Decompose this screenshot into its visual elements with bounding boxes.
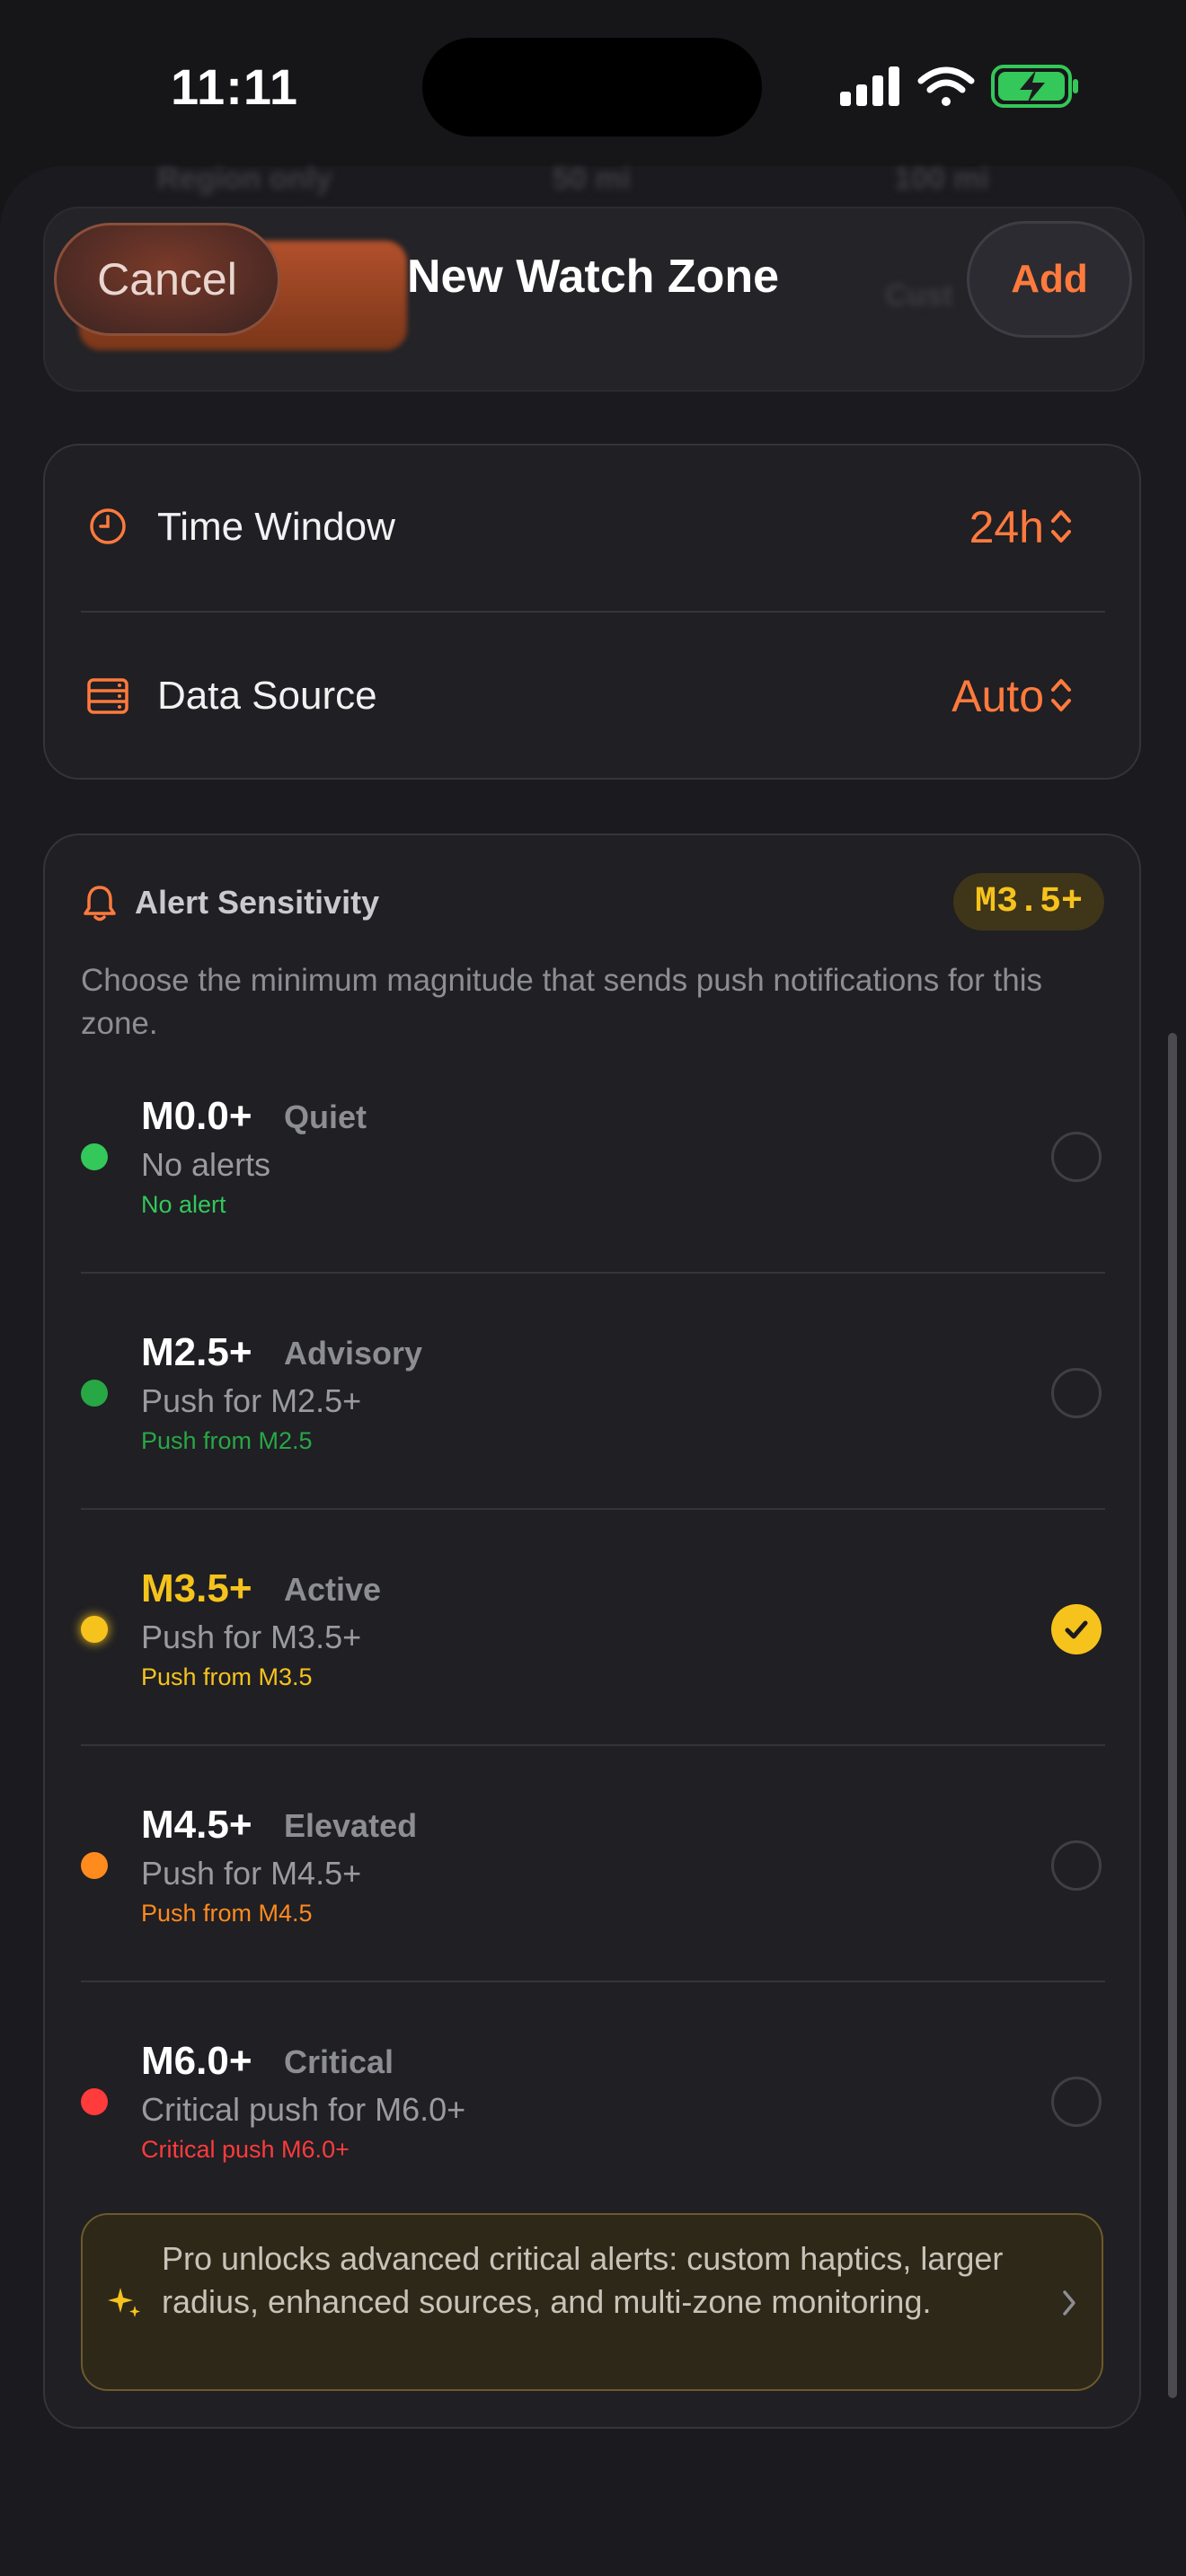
option-subtitle: Push for M3.5+ xyxy=(141,1619,362,1655)
dynamic-island xyxy=(422,38,762,137)
chevron-right-icon xyxy=(1063,2290,1075,2316)
cancel-button[interactable]: Cancel xyxy=(54,223,280,336)
option-name: Quiet xyxy=(284,1098,367,1135)
checkmark-icon xyxy=(1065,1620,1088,1639)
radio-button[interactable] xyxy=(1051,2077,1102,2127)
sensitivity-option-elevated[interactable]: M4.5+ Elevated Push for M4.5+ Push from … xyxy=(81,1751,1105,1979)
background-text: Region only xyxy=(157,162,332,196)
divider xyxy=(81,1744,1105,1746)
option-name: Active xyxy=(284,1571,382,1608)
clock-icon xyxy=(90,508,126,544)
background-text: 50 mi xyxy=(553,162,631,196)
background-text: 100 mi xyxy=(894,162,989,196)
time-window-value: 24h xyxy=(969,502,1044,552)
data-source-value: Auto xyxy=(951,671,1044,721)
divider xyxy=(81,1508,1105,1510)
sparkles-icon xyxy=(108,2288,140,2317)
sheet-title: New Watch Zone xyxy=(406,251,780,303)
wifi-icon xyxy=(917,66,975,106)
severity-dot xyxy=(81,1380,108,1407)
scrollbar[interactable] xyxy=(1168,1033,1177,2398)
cellular-signal-icon xyxy=(840,66,899,106)
radio-button[interactable] xyxy=(1051,1132,1102,1182)
time-window-label: Time Window xyxy=(157,505,395,549)
chevron-up-down-icon xyxy=(1051,679,1071,711)
option-tag: Push from M4.5 xyxy=(141,1900,313,1927)
option-name: Critical xyxy=(284,2043,394,2080)
selected-magnitude-badge: M3.5+ xyxy=(953,873,1104,931)
background-text: Cust xyxy=(885,278,953,313)
option-tag: No alert xyxy=(141,1191,226,1218)
bell-icon xyxy=(84,886,116,922)
severity-dot xyxy=(81,2088,108,2115)
alert-sensitivity-title: Alert Sensitivity xyxy=(135,884,380,921)
pro-banner-text: Pro unlocks advanced critical alerts: cu… xyxy=(162,2240,1004,2320)
option-magnitude: M3.5+ xyxy=(141,1566,252,1610)
status-icons xyxy=(840,65,1078,108)
radio-button-selected[interactable] xyxy=(1051,1604,1102,1654)
sensitivity-option-active[interactable]: M3.5+ Active Push for M3.5+ Push from M3… xyxy=(81,1514,1105,1742)
option-subtitle: Push for M2.5+ xyxy=(141,1382,362,1419)
option-tag: Push from M2.5 xyxy=(141,1427,313,1454)
option-magnitude: M0.0+ xyxy=(141,1094,252,1138)
option-magnitude: M2.5+ xyxy=(141,1330,252,1374)
add-button[interactable]: Add xyxy=(967,221,1132,338)
status-time: 11:11 xyxy=(171,58,299,115)
option-name: Elevated xyxy=(284,1807,418,1844)
radio-button[interactable] xyxy=(1051,1840,1102,1891)
divider xyxy=(81,1272,1105,1274)
sensitivity-option-critical[interactable]: M6.0+ Critical Critical push for M6.0+ C… xyxy=(81,1987,1105,2215)
option-name: Advisory xyxy=(284,1335,423,1372)
option-magnitude: M6.0+ xyxy=(141,2039,252,2083)
data-source-row[interactable]: Data Source Auto xyxy=(43,613,1141,780)
radio-button[interactable] xyxy=(1051,1368,1102,1418)
battery-charging-icon xyxy=(991,65,1078,108)
time-window-row[interactable]: Time Window 24h xyxy=(43,444,1141,611)
option-tag: Push from M3.5 xyxy=(141,1663,313,1690)
option-subtitle: No alerts xyxy=(141,1146,271,1183)
sensitivity-option-advisory[interactable]: M2.5+ Advisory Push for M2.5+ Push from … xyxy=(81,1278,1105,1506)
severity-dot xyxy=(81,1143,108,1170)
sensitivity-option-quiet[interactable]: M0.0+ Quiet No alerts No alert xyxy=(81,1042,1105,1270)
severity-dot xyxy=(81,1852,108,1879)
data-source-label: Data Source xyxy=(157,674,377,718)
option-subtitle: Critical push for M6.0+ xyxy=(141,2091,466,2128)
alert-sensitivity-description: Choose the minimum magnitude that sends … xyxy=(81,963,1043,1041)
severity-dot xyxy=(81,1616,108,1643)
server-icon xyxy=(87,678,128,714)
option-magnitude: M4.5+ xyxy=(141,1803,252,1847)
option-subtitle: Push for M4.5+ xyxy=(141,1855,362,1892)
option-tag: Critical push M6.0+ xyxy=(141,2136,350,2163)
divider xyxy=(81,1981,1105,1982)
chevron-up-down-icon xyxy=(1051,510,1071,543)
